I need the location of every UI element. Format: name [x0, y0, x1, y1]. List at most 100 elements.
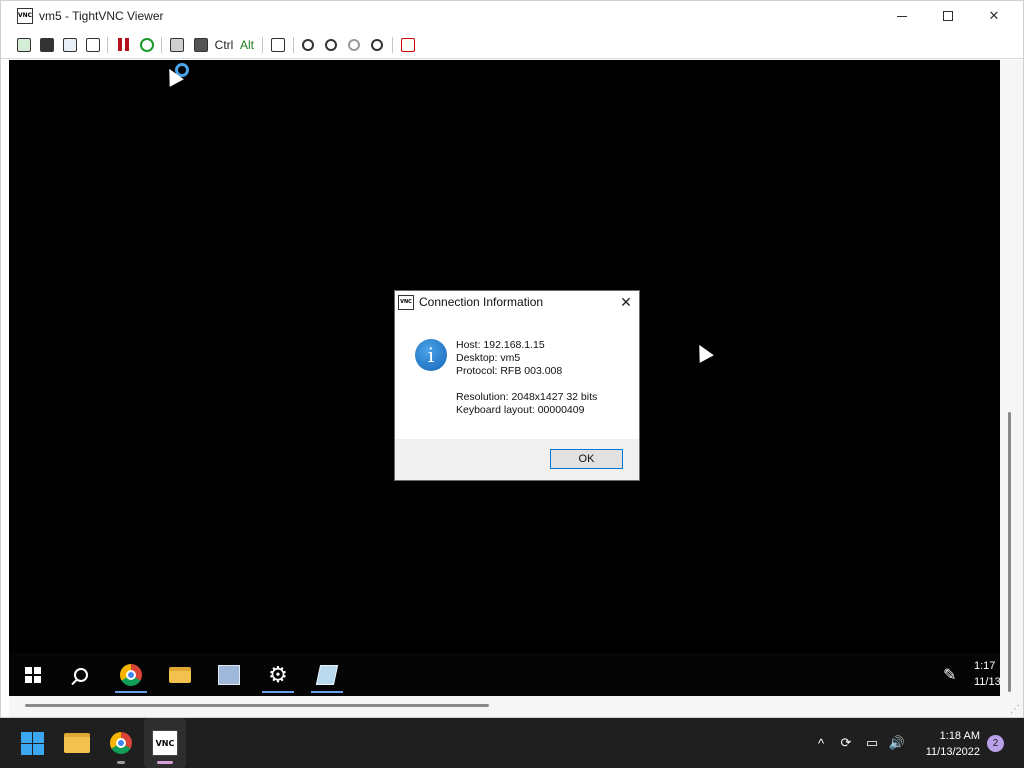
window-title: vm5 - TightVNC Viewer — [39, 9, 164, 23]
pause-icon — [118, 38, 130, 52]
windows-logo-icon — [20, 731, 44, 755]
remote-settings-button[interactable]: ⚙ — [256, 653, 300, 696]
host-line: Host: 192.168.1.15 — [456, 339, 545, 351]
fullscreen-icon — [401, 38, 415, 52]
dialog-vnc-icon: VNC — [398, 295, 414, 310]
minimize-button[interactable] — [879, 1, 925, 31]
refresh-button[interactable] — [138, 36, 156, 54]
active-indicator — [157, 761, 173, 764]
resize-grip-icon[interactable]: ⋰ — [1010, 704, 1020, 715]
zoom-in-icon — [302, 39, 314, 51]
mouse-cursor-icon — [692, 341, 714, 363]
active-indicator — [262, 691, 294, 693]
keyboard-layout-line: Keyboard layout: 00000409 — [456, 404, 585, 416]
sync-alert-icon: ⟳ — [840, 735, 852, 750]
toolbar: Ctrl Alt — [1, 31, 1023, 59]
chrome-icon — [110, 732, 132, 754]
chrome-icon — [120, 663, 142, 686]
windows-logo-icon — [25, 666, 41, 683]
title-bar[interactable]: VNC vm5 - TightVNC Viewer ✕ — [1, 1, 1023, 31]
host-start-button[interactable] — [11, 718, 53, 768]
ok-button[interactable]: OK — [550, 449, 623, 469]
ctrl-esc-button[interactable] — [192, 36, 210, 54]
ctrl-esc-icon — [194, 38, 208, 52]
host-clock[interactable]: 1:18 AM 11/13/2022 — [914, 728, 980, 760]
sync-status-button[interactable]: ⟳ — [836, 718, 856, 768]
notepad-icon — [315, 664, 339, 685]
maximize-button[interactable] — [925, 1, 971, 31]
minimize-icon — [897, 15, 907, 17]
separator — [161, 37, 162, 53]
search-icon — [74, 667, 88, 682]
vertical-scroll-thumb[interactable] — [1008, 412, 1011, 692]
zoom-100-icon — [348, 39, 360, 51]
vertical-scrollbar[interactable] — [1000, 60, 1023, 696]
remote-taskbar: ⚙ ✎ 1:17 11/13 — [9, 653, 1000, 696]
transfer-icon — [271, 38, 285, 52]
remote-clock-date: 11/13 — [974, 676, 1000, 688]
ctrl-alt-del-button[interactable] — [168, 36, 186, 54]
remote-clock-time: 1:17 — [974, 660, 996, 672]
horizontal-scrollbar[interactable]: ⋰ — [9, 696, 1023, 717]
dialog-footer: OK — [395, 439, 639, 480]
vnc-viewer-window: VNC vm5 - TightVNC Viewer ✕ Ctrl Alt ⚙ ✎… — [0, 0, 1024, 718]
host-taskbar: VNC ^ ⟳ ▭ 🔊 1:18 AM 11/13/2022 2 — [0, 718, 1024, 768]
zoom-100-button[interactable] — [345, 36, 363, 54]
options-button[interactable] — [61, 36, 79, 54]
separator — [392, 37, 393, 53]
remote-search-button[interactable] — [59, 653, 103, 696]
notification-badge[interactable]: 2 — [987, 735, 1004, 752]
pause-button[interactable] — [115, 36, 133, 54]
protocol-line: Protocol: RFB 003.008 — [456, 365, 563, 377]
zoom-fit-icon — [371, 39, 383, 51]
connection-info-button[interactable] — [84, 36, 102, 54]
horizontal-scroll-thumb[interactable] — [25, 704, 489, 707]
transfer-button[interactable] — [269, 36, 287, 54]
alt-key-button[interactable]: Alt — [238, 36, 256, 54]
fullscreen-button[interactable] — [399, 36, 417, 54]
vnc-app-icon: VNC — [17, 8, 33, 24]
running-indicator — [117, 761, 125, 764]
host-explorer-button[interactable] — [56, 718, 98, 768]
remote-notepad-button[interactable] — [305, 653, 349, 696]
desktop-line: Desktop: vm5 — [456, 352, 521, 364]
host-clock-time: 1:18 AM — [939, 730, 980, 742]
remote-server-manager-button[interactable] — [207, 653, 251, 696]
ctrl-label: Ctrl — [214, 38, 234, 52]
gear-icon: ⚙ — [268, 661, 288, 687]
show-hidden-icons-button[interactable]: ^ — [812, 718, 830, 768]
network-button[interactable]: ▭ — [862, 718, 882, 768]
zoom-out-button[interactable] — [322, 36, 340, 54]
new-connection-button[interactable] — [15, 36, 33, 54]
zoom-out-icon — [325, 39, 337, 51]
remote-start-button[interactable] — [11, 653, 55, 696]
refresh-icon — [140, 38, 154, 52]
dialog-close-button[interactable]: ✕ — [617, 293, 635, 311]
volume-button[interactable]: 🔊 — [887, 718, 907, 768]
dialog-title: Connection Information — [419, 295, 544, 309]
save-icon — [40, 38, 54, 52]
resolution-line: Resolution: 2048x1427 32 bits — [456, 391, 598, 403]
remote-chrome-button[interactable] — [109, 653, 153, 696]
zoom-fit-button[interactable] — [368, 36, 386, 54]
ctrl-key-button[interactable]: Ctrl — [213, 36, 235, 54]
ctrl-alt-del-icon — [170, 38, 184, 52]
folder-icon — [64, 733, 90, 753]
remote-explorer-button[interactable] — [158, 653, 202, 696]
connection-details: Host: 192.168.1.15 Desktop: vm5 Protocol… — [456, 339, 597, 417]
new-connection-icon — [17, 38, 31, 52]
network-icon: ▭ — [865, 735, 879, 750]
host-vnc-viewer-button[interactable]: VNC — [144, 718, 186, 768]
zoom-in-button[interactable] — [299, 36, 317, 54]
pen-icon[interactable]: ✎ — [943, 665, 956, 685]
close-button[interactable]: ✕ — [971, 1, 1017, 31]
folder-icon — [169, 666, 191, 683]
host-chrome-button[interactable] — [100, 718, 142, 768]
chevron-up-icon: ^ — [817, 735, 825, 751]
separator — [293, 37, 294, 53]
save-button[interactable] — [38, 36, 56, 54]
screen: VNC vm5 - TightVNC Viewer ✕ Ctrl Alt ⚙ ✎… — [0, 0, 1024, 768]
remote-clock[interactable]: 1:17 11/13 — [974, 658, 1000, 690]
connection-info-dialog: VNC Connection Information ✕ i Host: 192… — [394, 290, 640, 481]
